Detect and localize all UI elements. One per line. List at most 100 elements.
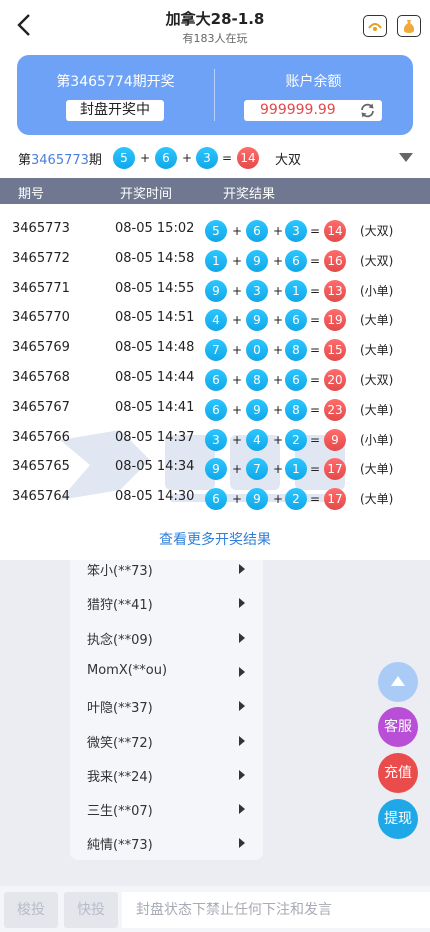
result-ball: 9 xyxy=(205,279,227,302)
chat-input[interactable]: 封盘状态下禁止任何下注和发言 xyxy=(122,892,430,928)
row-result-tag: (大双) xyxy=(360,224,394,238)
chevron-right-icon xyxy=(239,735,245,746)
row-issue: 3465767 xyxy=(12,399,70,415)
equals-sign: = xyxy=(309,313,321,328)
history-table: 3465773 08-05 15:02 5 6 3 + + = 14 (大双) 3465772 08-… xyxy=(0,204,430,560)
player-menu-item[interactable]: 笨小(**73) xyxy=(87,560,247,590)
lottery-info-section: 第3465774期开奖 账户余额 封盘开奖中 999999.99 xyxy=(0,50,430,138)
game-rules-icon[interactable] xyxy=(363,15,387,37)
top-bar: 加拿大28-1.8 有183人在玩 xyxy=(0,0,430,50)
row-result-tag: (大单) xyxy=(360,402,394,417)
row-issue: 3465768 xyxy=(12,370,70,385)
result-sum-ball: 15 xyxy=(324,339,346,362)
row-result-tag: (大单) xyxy=(360,492,394,507)
result-ball: 5 xyxy=(113,147,135,169)
result-ball: 7 xyxy=(205,339,227,362)
equals-sign: = xyxy=(309,432,321,447)
equals-sign: = xyxy=(309,283,321,298)
row-result-tag: (大单) xyxy=(360,313,394,328)
plus-sign: + xyxy=(272,253,284,268)
result-ball: 9 xyxy=(246,249,268,272)
player-menu-item[interactable]: 叶隐(**37) xyxy=(87,693,247,727)
row-time: 08-05 14:34 xyxy=(115,459,195,475)
result-ball: 3 xyxy=(246,279,268,302)
player-menu-item[interactable]: 三生(**07) xyxy=(87,796,247,830)
lottery-info-card: 第3465774期开奖 账户余额 封盘开奖中 999999.99 xyxy=(17,55,413,135)
row-issue: 3465773 xyxy=(12,221,70,236)
result-ball: 9 xyxy=(246,488,268,511)
equals-sign: = xyxy=(309,492,321,507)
row-issue: 3465770 xyxy=(12,310,70,326)
row-time: 08-05 14:44 xyxy=(115,370,195,385)
equals-sign: = xyxy=(309,402,321,417)
plus-sign: + xyxy=(231,402,243,417)
chevron-right-icon xyxy=(239,838,245,849)
plus-sign: + xyxy=(231,343,243,358)
row-issue: 3465765 xyxy=(12,459,70,475)
table-row: 3465773 08-05 15:02 5 6 3 + + = 14 (大双) xyxy=(0,216,430,246)
plus-sign: + xyxy=(272,462,284,477)
chevron-right-icon xyxy=(239,804,245,815)
result-ball: 5 xyxy=(205,220,227,242)
view-more-results-link[interactable]: 查看更多开奖结果 xyxy=(0,529,430,549)
row-time: 08-05 14:37 xyxy=(115,429,195,445)
player-list-menu: 笨小(**73) 猎狩(**41) 执念(**09) MomX(**ou) 叶隐(**3… xyxy=(70,560,263,860)
plus-sign: + xyxy=(231,373,243,387)
player-menu-item[interactable]: 我来(**24) xyxy=(87,762,247,796)
plus-sign: + xyxy=(231,432,243,447)
player-menu-item[interactable]: 猎狩(**41) xyxy=(87,590,247,624)
recharge-button[interactable]: 充值 xyxy=(378,753,418,793)
bottom-bet-bar: 梭投 快投 封盘状态下禁止任何下注和发言 xyxy=(0,886,430,932)
row-time: 08-05 15:02 xyxy=(115,221,195,236)
result-sum-ball: 14 xyxy=(237,147,259,169)
next-issue-label: 第3465774期开奖 xyxy=(56,74,175,90)
player-name: 微笑(**72) xyxy=(87,735,153,751)
latest-result-row[interactable]: 第3465773期 5 + 6 + 3 = 14 大双 xyxy=(0,138,430,178)
result-sum-ball: 16 xyxy=(324,249,346,272)
customer-service-button[interactable]: 客服 xyxy=(378,707,418,747)
withdraw-button[interactable]: 提现 xyxy=(378,799,418,839)
player-menu-item[interactable]: MomX(**ou) xyxy=(87,659,247,693)
money-bag-icon[interactable] xyxy=(397,15,421,37)
row-result-tag: (小单) xyxy=(360,432,394,447)
chevron-right-icon xyxy=(239,769,245,780)
result-sum-ball: 13 xyxy=(324,279,346,302)
scroll-top-button[interactable] xyxy=(378,662,418,702)
result-ball: 9 xyxy=(246,309,268,332)
result-ball: 4 xyxy=(246,428,268,451)
plus-sign: + xyxy=(272,432,284,447)
equals-sign: = xyxy=(309,373,321,387)
table-row: 3465765 08-05 14:34 9 7 1 + + = 17 (大单) xyxy=(0,454,430,484)
refresh-icon[interactable] xyxy=(359,102,376,119)
result-ball: 2 xyxy=(285,428,307,451)
quick-bet-button[interactable]: 快投 xyxy=(64,892,118,928)
row-result-tag: (小单) xyxy=(360,283,394,298)
result-ball: 1 xyxy=(285,279,307,302)
player-menu-item[interactable]: 执念(**09) xyxy=(87,625,247,659)
result-ball: 3 xyxy=(196,147,218,169)
expand-history-icon[interactable] xyxy=(399,153,413,162)
bet-button[interactable]: 梭投 xyxy=(4,892,58,928)
player-menu-item[interactable]: 純情(**73) xyxy=(87,830,247,860)
player-name: 笨小(**73) xyxy=(87,564,153,579)
plus-sign: + xyxy=(272,313,284,328)
table-row: 3465767 08-05 14:41 6 9 8 + + = 23 (大单) xyxy=(0,395,430,425)
row-result-tag: (大双) xyxy=(360,253,394,268)
player-menu-item[interactable]: 微笑(**72) xyxy=(87,728,247,762)
result-ball: 9 xyxy=(205,458,227,481)
column-header-time: 开奖时间 xyxy=(120,187,173,202)
result-ball: 6 xyxy=(246,220,268,242)
balance-box: 999999.99 xyxy=(244,100,382,121)
draw-status-badge: 封盘开奖中 xyxy=(66,100,164,121)
row-time: 08-05 14:51 xyxy=(115,310,195,326)
result-ball: 9 xyxy=(246,398,268,421)
column-header-issue: 期号 xyxy=(18,187,45,202)
table-row: 3465770 08-05 14:51 4 9 6 + + = 19 (大单) xyxy=(0,305,430,335)
result-ball: 7 xyxy=(246,458,268,481)
result-sum-ball: 19 xyxy=(324,309,346,332)
equals-sign: = xyxy=(309,224,321,238)
latest-result-tag: 大双 xyxy=(275,153,302,168)
balance-value: 999999.99 xyxy=(260,102,336,118)
row-result-tag: (大双) xyxy=(360,373,394,387)
result-ball: 6 xyxy=(205,488,227,511)
